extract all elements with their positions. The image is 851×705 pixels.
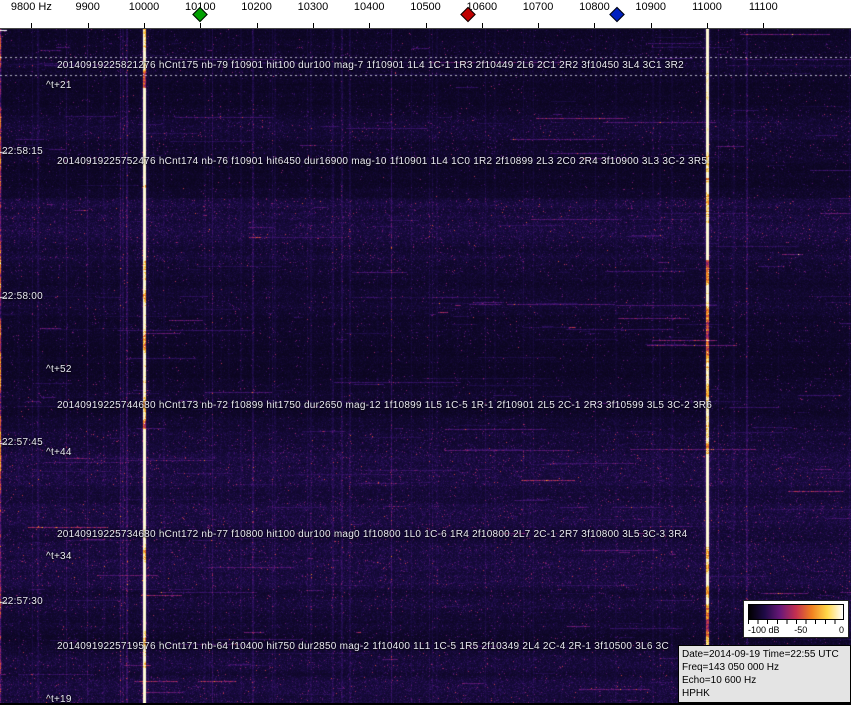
info-echo: Echo=10 600 Hz [682, 674, 847, 687]
freq-tick-label: 10500 [410, 2, 441, 13]
freq-tick-label: 11000 [692, 2, 722, 13]
info-box: Date=2014-09-19 Time=22:55 UTC Freq=143 … [678, 645, 851, 703]
info-station-code: HPHK [682, 687, 847, 700]
freq-tick-mark [482, 23, 483, 28]
spectrogram-canvas[interactable] [0, 28, 851, 703]
freq-tick-mark [594, 23, 595, 28]
db-scale-labels: -100 dB -50 0 [748, 624, 844, 635]
spectrogram-app-screen: { "app": {"name": "Radio meteor echo wat… [0, 0, 851, 703]
freq-tick-label: 10800 [579, 2, 610, 13]
freq-tick-label: 10400 [354, 2, 385, 13]
freq-tick-label: 10900 [635, 2, 666, 13]
freq-tick-mark [257, 23, 258, 28]
freq-tick-mark [88, 23, 89, 28]
freq-tick-label: 10200 [241, 2, 272, 13]
freq-tick-mark [426, 23, 427, 28]
freq-tick-mark [313, 23, 314, 28]
blue-diamond-marker[interactable] [609, 7, 625, 23]
freq-tick-label: 10300 [298, 2, 329, 13]
freq-tick-mark [707, 23, 708, 28]
freq-tick-label: 10700 [523, 2, 554, 13]
freq-tick-label: 10000 [129, 2, 160, 13]
db-label-mid: -50 [794, 625, 807, 635]
info-date-time: Date=2014-09-19 Time=22:55 UTC [682, 648, 847, 661]
db-label-max: 0 [839, 625, 844, 635]
freq-tick-mark [31, 23, 32, 28]
freq-tick-label: 11100 [749, 2, 778, 13]
frequency-axis-bar: 9800 Hz990010000101001020010300104001050… [0, 0, 851, 29]
freq-tick-mark [538, 23, 539, 28]
freq-tick-mark [144, 23, 145, 28]
db-gradient-bar [748, 604, 844, 620]
freq-tick-mark [651, 23, 652, 28]
freq-tick-label: 9800 Hz [11, 2, 52, 13]
db-label-min: -100 dB [748, 625, 780, 635]
db-scale-legend: -100 dB -50 0 [743, 600, 849, 638]
freq-tick-mark [763, 23, 764, 28]
freq-tick-mark [200, 23, 201, 28]
freq-tick-label: 9900 [75, 2, 99, 13]
freq-tick-mark [369, 23, 370, 28]
info-frequency: Freq=143 050 000 Hz [682, 661, 847, 674]
